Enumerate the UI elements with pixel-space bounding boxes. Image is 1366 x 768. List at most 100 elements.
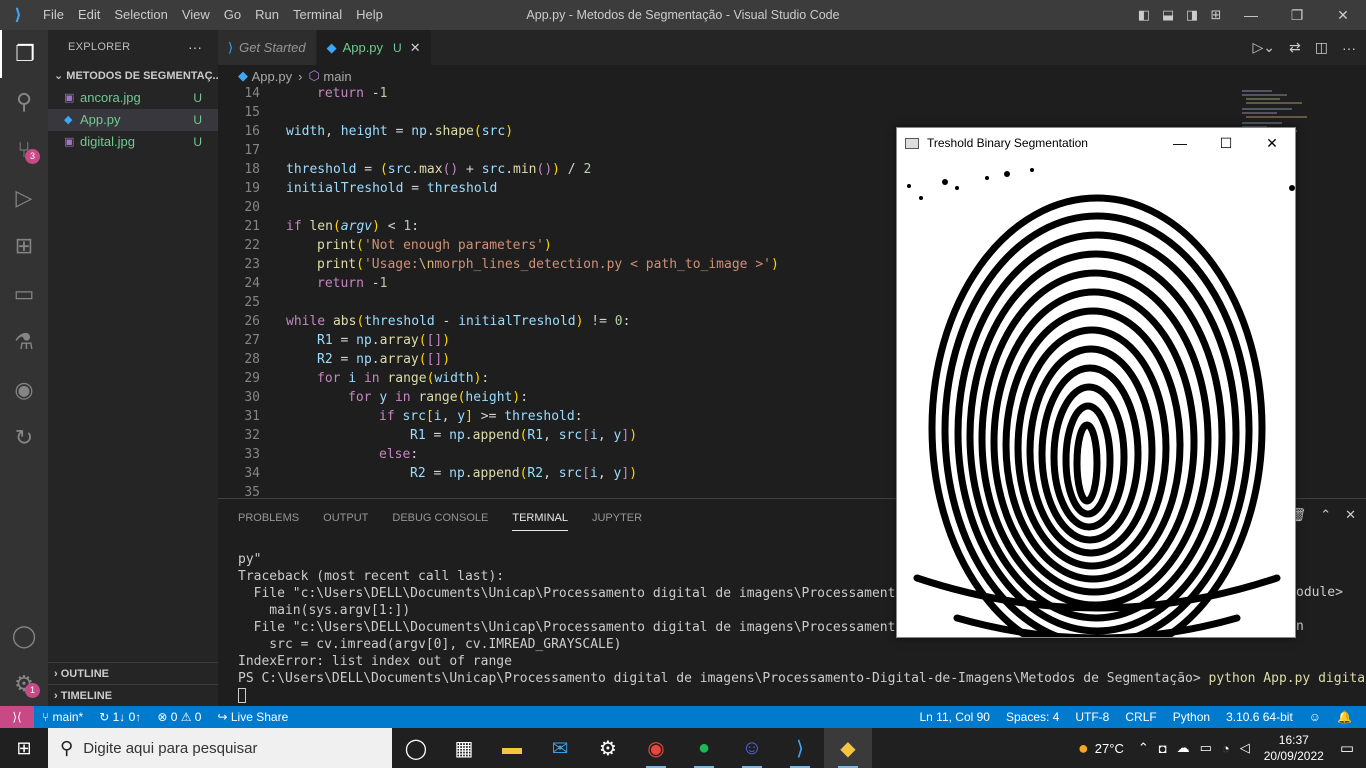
explorer-sidebar: EXPLORER ··· ⌄ METODOS DE SEGMENTAÇ... ▣…: [48, 30, 218, 706]
maximize-icon[interactable]: ☐: [1203, 128, 1249, 158]
notification-center-icon[interactable]: ▭: [1340, 739, 1354, 757]
python-interpreter[interactable]: 3.10.6 64-bit: [1218, 706, 1301, 728]
toggle-sidebar-icon[interactable]: ◧: [1132, 0, 1156, 30]
terminal-line: src = cv.imread(argv[0], cv.IMREAD_GRAYS…: [238, 637, 622, 652]
live-share-icon[interactable]: ↻: [0, 414, 48, 462]
close-icon[interactable]: ✕: [1320, 0, 1366, 30]
menu-selection[interactable]: Selection: [107, 0, 174, 30]
menu-terminal[interactable]: Terminal: [286, 0, 349, 30]
tab-debug-console[interactable]: DEBUG CONSOLE: [392, 507, 488, 531]
chrome-icon[interactable]: ◉: [632, 728, 680, 768]
notifications-bell-icon[interactable]: 🔔: [1329, 706, 1360, 728]
menu-view[interactable]: View: [175, 0, 217, 30]
menu-help[interactable]: Help: [349, 0, 390, 30]
line-ending[interactable]: CRLF: [1117, 706, 1164, 728]
menu-run[interactable]: Run: [248, 0, 286, 30]
tab-get-started[interactable]: ⟩ Get Started: [218, 30, 317, 65]
windows-start-icon[interactable]: ⊞: [0, 728, 48, 768]
timeline-section[interactable]: › TIMELINE: [48, 684, 218, 706]
language-mode[interactable]: Python: [1165, 706, 1218, 728]
meet-icon[interactable]: ◘: [1159, 741, 1167, 756]
vscode-tab-icon: ⟩: [228, 39, 234, 55]
file-item-digital[interactable]: ▣ digital.jpg U: [48, 131, 218, 153]
menu-edit[interactable]: Edit: [71, 0, 107, 30]
code-line: print('Usage:\nmorph_lines_detection.py …: [317, 257, 779, 272]
live-share-status[interactable]: ↪ Live Share: [209, 706, 296, 728]
tab-jupyter[interactable]: JUPYTER: [592, 507, 642, 531]
folder-header[interactable]: ⌄ METODOS DE SEGMENTAÇ...: [48, 65, 218, 87]
line-number: 14: [244, 86, 260, 101]
customize-layout-icon[interactable]: ⊞: [1204, 0, 1228, 30]
split-editor-icon[interactable]: ◫: [1315, 39, 1328, 56]
source-control-icon[interactable]: ⑂ 3: [0, 126, 48, 174]
indentation[interactable]: Spaces: 4: [998, 706, 1067, 728]
battery-icon[interactable]: ▭: [1200, 740, 1212, 756]
wifi-icon[interactable]: ◔: [1222, 741, 1230, 756]
close-tab-icon[interactable]: ✕: [410, 40, 421, 56]
explorer-icon[interactable]: ❐: [0, 30, 48, 78]
tab-output[interactable]: OUTPUT: [323, 507, 368, 531]
image-window[interactable]: Treshold Binary Segmentation — ☐ ✕: [896, 127, 1296, 638]
more-actions-icon[interactable]: ···: [188, 30, 202, 65]
python-taskbar-icon[interactable]: ◆: [824, 728, 872, 768]
feedback-icon[interactable]: ☺: [1301, 706, 1329, 728]
sync-status[interactable]: ↻ 1↓ 0↑: [91, 706, 149, 728]
settings-gear-icon[interactable]: ⚙: [584, 728, 632, 768]
antivirus-icon[interactable]: ☁: [1177, 740, 1190, 756]
run-python-icon[interactable]: ▷⌄: [1253, 39, 1276, 56]
chevron-down-icon: ⌄: [54, 70, 67, 82]
breadcrumb-file[interactable]: App.py: [252, 69, 292, 84]
discord-icon[interactable]: ☺: [728, 728, 776, 768]
maximize-panel-icon[interactable]: ⌃: [1320, 507, 1331, 523]
restore-icon[interactable]: ❐: [1274, 0, 1320, 30]
open-changes-icon[interactable]: ⇄: [1289, 39, 1301, 56]
github-icon[interactable]: ◉: [0, 366, 48, 414]
cortana-icon[interactable]: ◯: [392, 728, 440, 768]
taskbar-search[interactable]: ⚲ Digite aqui para pesquisar: [48, 728, 392, 768]
toggle-panel-icon[interactable]: ⬓: [1156, 0, 1180, 30]
file-item-app-py[interactable]: ◆ App.py U: [48, 109, 218, 131]
run-debug-icon[interactable]: ▷: [0, 174, 48, 222]
file-item-ancora[interactable]: ▣ ancora.jpg U: [48, 87, 218, 109]
menu-go[interactable]: Go: [217, 0, 248, 30]
task-view-icon[interactable]: ▦: [440, 728, 488, 768]
minimize-icon[interactable]: —: [1228, 0, 1274, 30]
extensions-icon[interactable]: ⊞: [0, 222, 48, 270]
testing-icon[interactable]: ⚗: [0, 318, 48, 366]
volume-icon[interactable]: ◁: [1240, 740, 1250, 756]
file-explorer-icon[interactable]: ▬: [488, 728, 536, 768]
close-panel-icon[interactable]: ✕: [1345, 507, 1356, 523]
cursor-position[interactable]: Ln 11, Col 90: [911, 706, 998, 728]
file-status: U: [193, 113, 202, 127]
menu-file[interactable]: File: [36, 0, 71, 30]
line-number: 27: [244, 333, 260, 348]
accounts-icon[interactable]: ◯: [0, 612, 48, 660]
vscode-taskbar-icon[interactable]: ⟩: [776, 728, 824, 768]
manage-gear-icon[interactable]: ⚙ 1: [0, 660, 48, 708]
tray-chevron-icon[interactable]: ⌃: [1138, 740, 1149, 756]
breadcrumb-symbol[interactable]: main: [323, 69, 351, 84]
outline-section[interactable]: › OUTLINE: [48, 662, 218, 684]
tab-app-py[interactable]: ◆ App.py U ✕: [316, 30, 432, 65]
close-icon[interactable]: ✕: [1249, 128, 1295, 158]
problems-status[interactable]: ⊗ 0 ⚠ 0: [149, 706, 209, 728]
line-number: 15: [244, 105, 260, 120]
minimize-icon[interactable]: —: [1157, 128, 1203, 158]
mail-icon[interactable]: ✉: [536, 728, 584, 768]
terminal-prompt-line: PS C:\Users\DELL\Documents\Unicap\Proces…: [238, 670, 1366, 687]
search-icon[interactable]: ⚲: [0, 78, 48, 126]
more-actions-icon[interactable]: ···: [1342, 40, 1356, 56]
clock[interactable]: 16:37 20/09/2022: [1264, 732, 1324, 764]
remote-indicator-icon[interactable]: ⟩⟨: [0, 706, 34, 728]
temperature[interactable]: 27°C: [1095, 741, 1124, 756]
branch-status[interactable]: ⑂ main*: [34, 706, 91, 728]
spotify-icon[interactable]: ●: [680, 728, 728, 768]
line-number: 24: [244, 276, 260, 291]
tab-terminal[interactable]: TERMINAL: [512, 507, 568, 531]
tab-problems[interactable]: PROBLEMS: [238, 507, 299, 531]
toggle-secondary-sidebar-icon[interactable]: ◨: [1180, 0, 1204, 30]
encoding[interactable]: UTF-8: [1067, 706, 1117, 728]
branch-label: main*: [52, 710, 84, 724]
weather-sun-icon[interactable]: ●: [1078, 738, 1089, 759]
remote-explorer-icon[interactable]: ▭: [0, 270, 48, 318]
